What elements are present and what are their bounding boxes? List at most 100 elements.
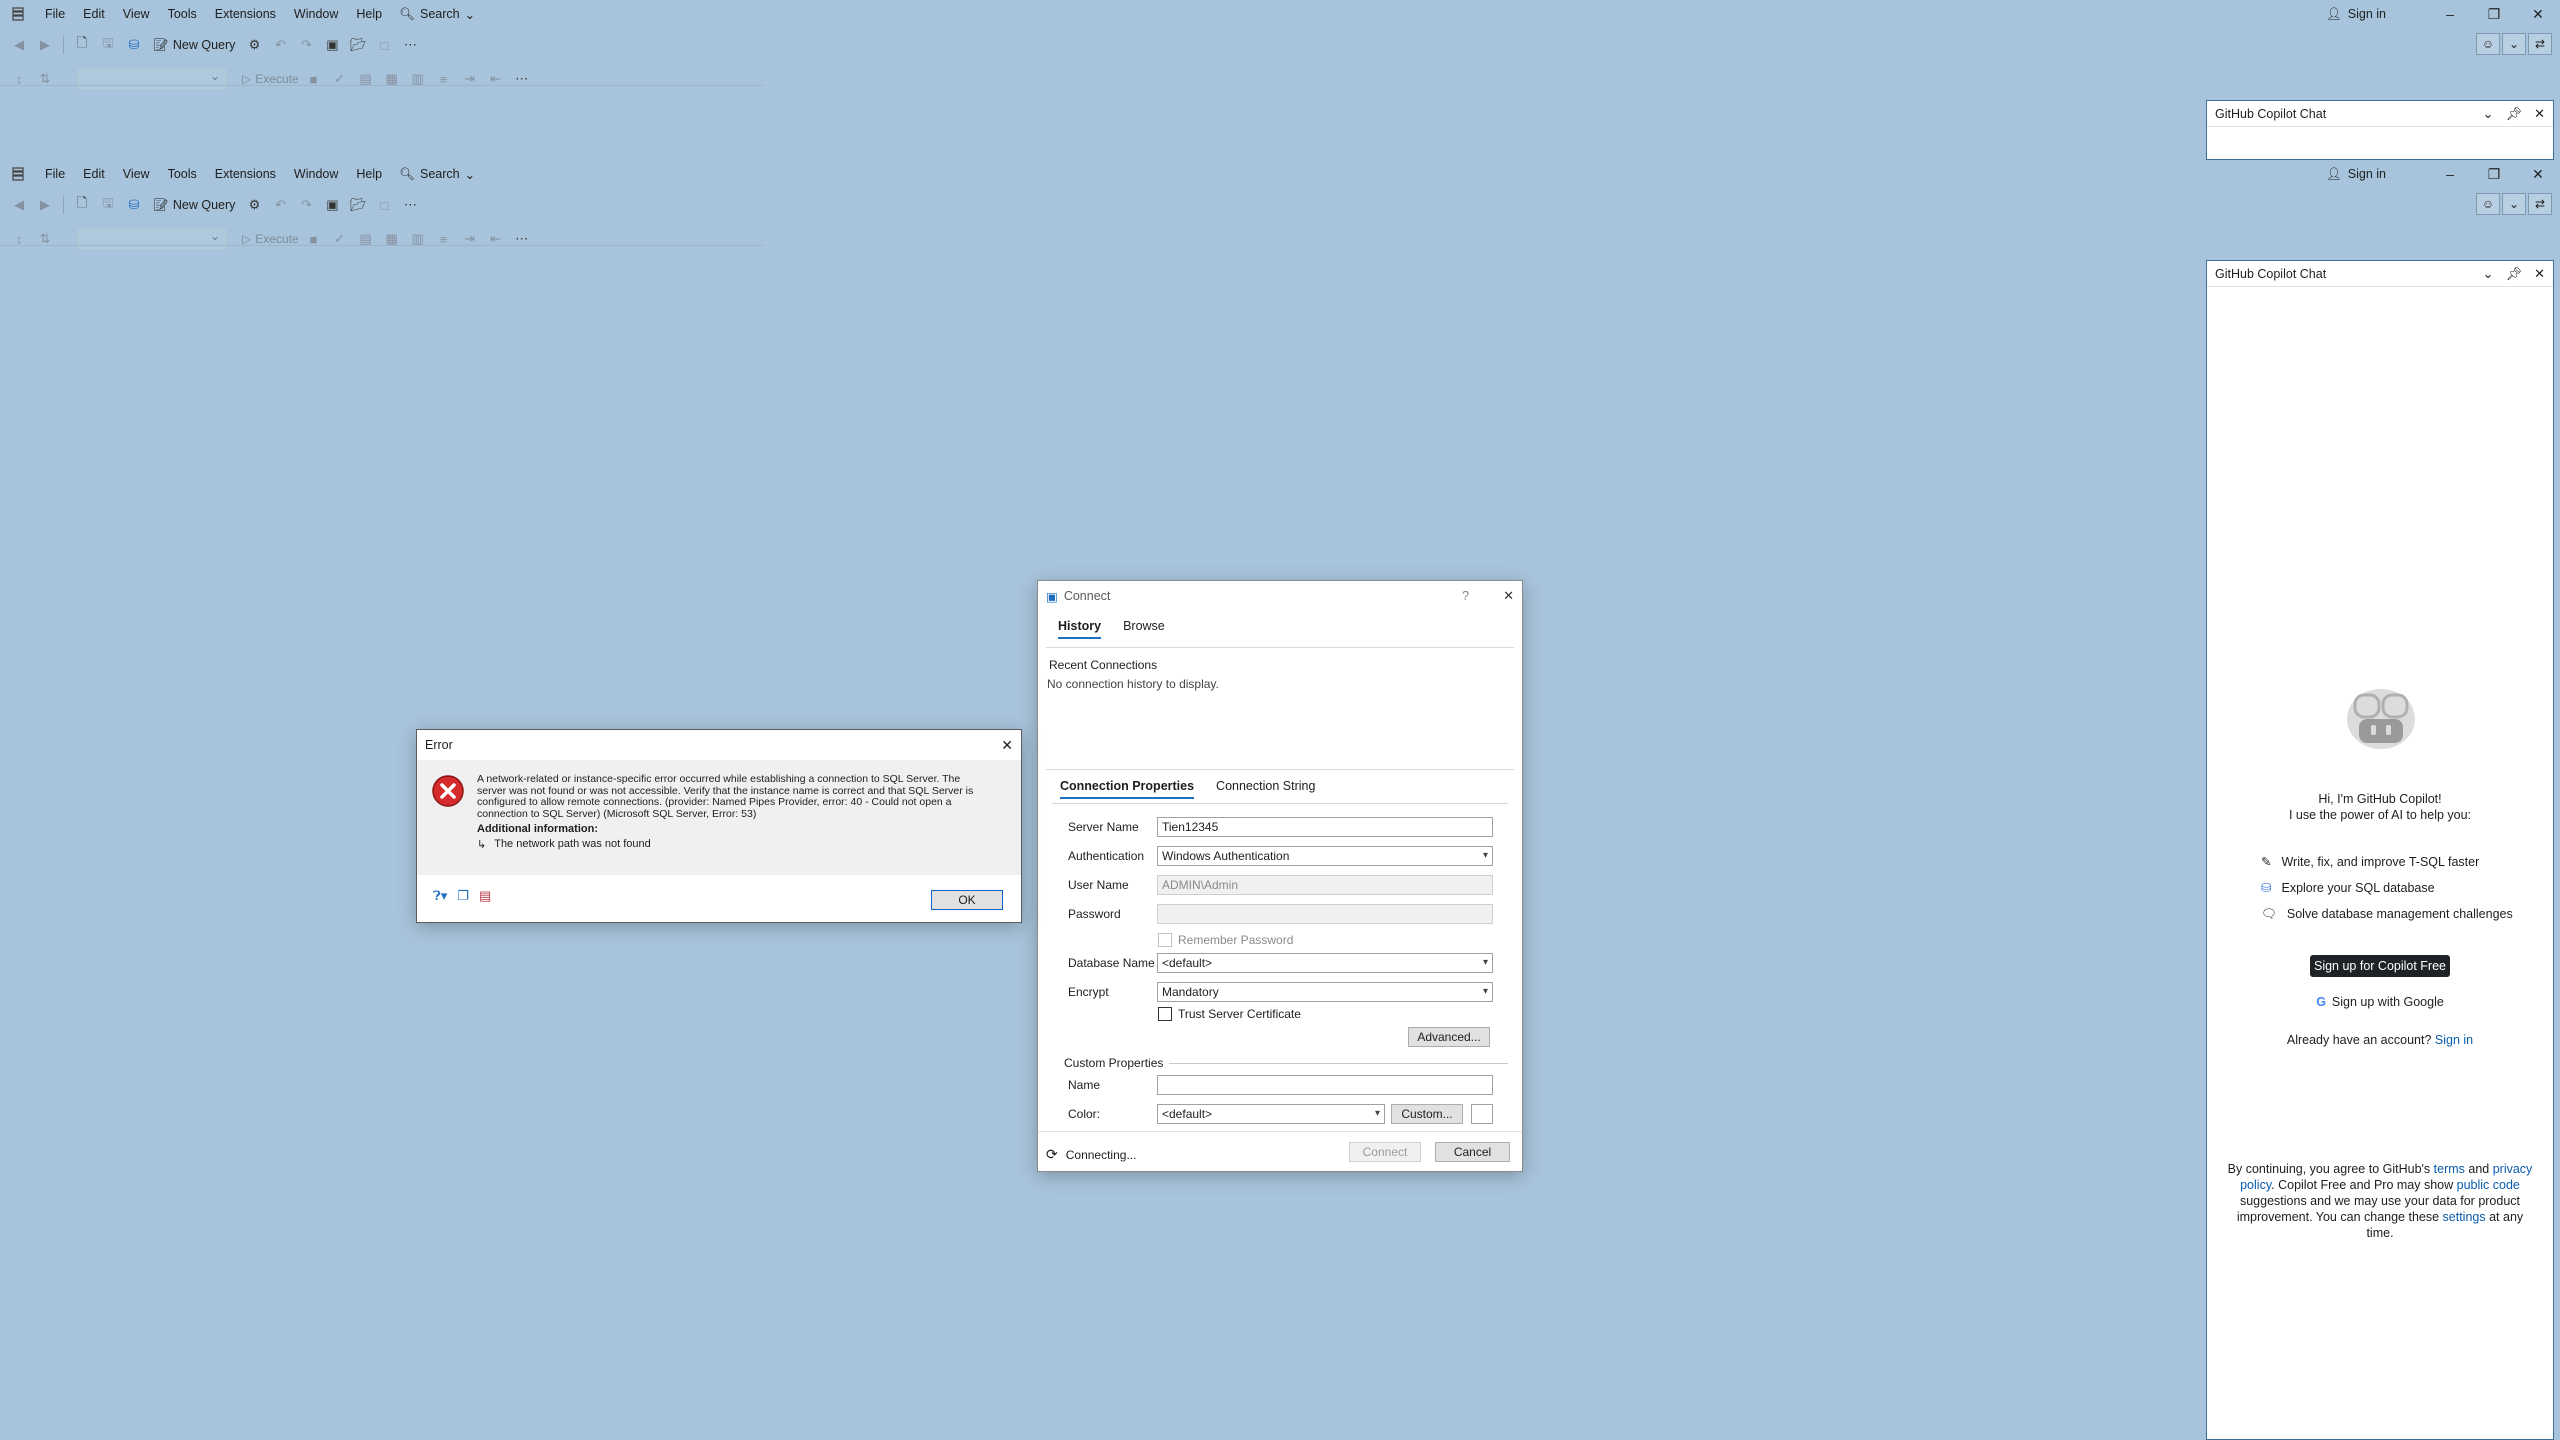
database-icon[interactable]: ⛁ — [123, 194, 145, 216]
signin-link[interactable]: Sign in — [2435, 1033, 2473, 1047]
authentication-select[interactable]: Windows Authentication — [1157, 846, 1493, 866]
connect-button[interactable]: Connect — [1349, 1142, 1421, 1162]
user-name-input[interactable]: ADMIN\Admin — [1157, 875, 1493, 895]
more-icon[interactable]: ⋯ — [399, 194, 421, 216]
app-logo-icon[interactable] — [0, 166, 36, 182]
menu-extensions[interactable]: Extensions — [206, 0, 285, 28]
cancel-button[interactable]: Cancel — [1435, 1142, 1510, 1162]
execute-button[interactable]: ▷ Execute — [242, 232, 299, 246]
pin-icon[interactable]: 📌︎ — [2506, 266, 2523, 282]
redo-icon[interactable]: ↷ — [295, 34, 317, 56]
menu-help[interactable]: Help — [347, 0, 391, 28]
menu-view[interactable]: View — [114, 160, 159, 188]
save-icon[interactable]: 🖫︎ — [97, 34, 119, 56]
activity-monitor-icon[interactable]: ▣ — [321, 34, 343, 56]
signin-button[interactable]: 👤︎ Sign in — [2326, 167, 2386, 182]
menu-edit[interactable]: Edit — [74, 0, 114, 28]
chevron-down-icon[interactable]: ⌄ — [2483, 266, 2494, 282]
tab-browse[interactable]: Browse — [1123, 619, 1165, 639]
chevron-down-icon[interactable]: ⌄ — [2502, 33, 2526, 55]
menu-window[interactable]: Window — [285, 160, 347, 188]
database-icon[interactable]: ⛁ — [123, 34, 145, 56]
menu-window[interactable]: Window — [285, 0, 347, 28]
window-icon[interactable]: □ — [373, 194, 395, 216]
back-icon[interactable]: ◀ — [8, 34, 30, 56]
password-input[interactable] — [1157, 904, 1493, 924]
chevron-down-icon[interactable]: ⌄ — [2483, 106, 2494, 122]
close-icon[interactable]: ✕ — [2534, 266, 2545, 282]
menu-file[interactable]: File — [36, 0, 74, 28]
trust-cert-checkbox[interactable] — [1158, 1007, 1172, 1021]
close-icon[interactable]: ✕ — [1001, 737, 1013, 754]
menu-extensions[interactable]: Extensions — [206, 160, 285, 188]
public-code-link[interactable]: public code — [2457, 1178, 2520, 1192]
query-options-icon[interactable]: ⚙ — [243, 194, 265, 216]
menu-tools[interactable]: Tools — [159, 0, 206, 28]
undo-icon[interactable]: ↶ — [269, 194, 291, 216]
tab-connection-string[interactable]: Connection String — [1216, 779, 1315, 799]
advanced-button[interactable]: Advanced... — [1408, 1027, 1490, 1047]
chevron-down-icon[interactable]: ⌄ — [2502, 193, 2526, 215]
remember-password-checkbox[interactable] — [1158, 933, 1172, 947]
window-icon[interactable]: □ — [373, 34, 395, 56]
activity-monitor-icon[interactable]: ▣ — [321, 194, 343, 216]
menu-view[interactable]: View — [114, 0, 159, 28]
menu-tools[interactable]: Tools — [159, 160, 206, 188]
share-icon[interactable]: ⇄ — [2528, 193, 2552, 215]
restore-button[interactable]: ❐ — [2472, 166, 2516, 183]
back-icon[interactable]: ◀ — [8, 194, 30, 216]
custom-color-button[interactable]: Custom... — [1391, 1104, 1463, 1124]
terms-link[interactable]: terms — [2434, 1162, 2465, 1176]
minimize-button[interactable]: – — [2428, 166, 2472, 182]
settings-link[interactable]: settings — [2443, 1210, 2486, 1224]
forward-icon[interactable]: ▶ — [34, 34, 56, 56]
signup-copilot-free-button[interactable]: Sign up for Copilot Free — [2310, 955, 2450, 977]
restore-button[interactable]: ❐ — [2472, 6, 2516, 23]
forward-icon[interactable]: ▶ — [34, 194, 56, 216]
close-icon[interactable]: ✕ — [1503, 588, 1514, 604]
more-icon[interactable]: ⋯ — [399, 34, 421, 56]
search-menu[interactable]: 🔍︎ Search ⌄ — [391, 167, 483, 182]
encrypt-select[interactable]: Mandatory — [1157, 982, 1493, 1002]
tab-history[interactable]: History — [1058, 619, 1102, 639]
database-name-select[interactable]: <default> — [1157, 953, 1493, 973]
copilot-icon[interactable]: ☺ — [2476, 193, 2500, 215]
signin-button[interactable]: 👤︎ Sign in — [2326, 7, 2386, 22]
minimize-button[interactable]: – — [2428, 6, 2472, 22]
menu-file[interactable]: File — [36, 160, 74, 188]
tab-connection-properties[interactable]: Connection Properties — [1060, 779, 1195, 799]
additional-info-label: Additional information: — [477, 823, 598, 835]
server-name-row: Server Name Tien12345 — [1068, 817, 1493, 837]
copy-icon[interactable]: ❐ — [457, 888, 469, 904]
redo-icon[interactable]: ↷ — [295, 194, 317, 216]
open-folder-icon[interactable]: 📂︎ — [347, 34, 369, 56]
undo-icon[interactable]: ↶ — [269, 34, 291, 56]
details-icon[interactable]: ▤ — [479, 888, 491, 904]
name-input[interactable] — [1157, 1075, 1493, 1095]
save-icon[interactable]: 🖫︎ — [97, 194, 119, 216]
pin-icon[interactable]: 📌︎ — [2506, 106, 2523, 122]
close-window-button[interactable]: ✕ — [2516, 166, 2560, 183]
help-button[interactable]: ? — [1462, 588, 1469, 604]
search-menu[interactable]: 🔍︎ Search ⌄ — [391, 7, 483, 22]
execute-button[interactable]: ▷ Execute — [242, 72, 299, 86]
new-query-button[interactable]: 📝︎ New Query — [149, 38, 239, 53]
new-file-icon[interactable]: 🗋︎ — [71, 34, 93, 56]
color-select[interactable]: <default> — [1157, 1104, 1385, 1124]
new-file-icon[interactable]: 🗋︎ — [71, 194, 93, 216]
open-folder-icon[interactable]: 📂︎ — [347, 194, 369, 216]
query-options-icon[interactable]: ⚙ — [243, 34, 265, 56]
close-icon[interactable]: ✕ — [2534, 106, 2545, 122]
help-icon[interactable]: ❓︎▾ — [433, 888, 447, 904]
share-icon[interactable]: ⇄ — [2528, 33, 2552, 55]
menu-edit[interactable]: Edit — [74, 160, 114, 188]
new-query-button[interactable]: 📝︎ New Query — [149, 198, 239, 213]
color-swatch[interactable] — [1471, 1104, 1493, 1124]
server-name-input[interactable]: Tien12345 — [1157, 817, 1493, 837]
copilot-icon[interactable]: ☺ — [2476, 33, 2500, 55]
ok-button[interactable]: OK — [931, 890, 1003, 910]
signup-google-button[interactable]: G Sign up with Google — [2311, 991, 2449, 1013]
close-window-button[interactable]: ✕ — [2516, 6, 2560, 23]
menu-help[interactable]: Help — [347, 160, 391, 188]
app-logo-icon[interactable] — [0, 6, 36, 22]
